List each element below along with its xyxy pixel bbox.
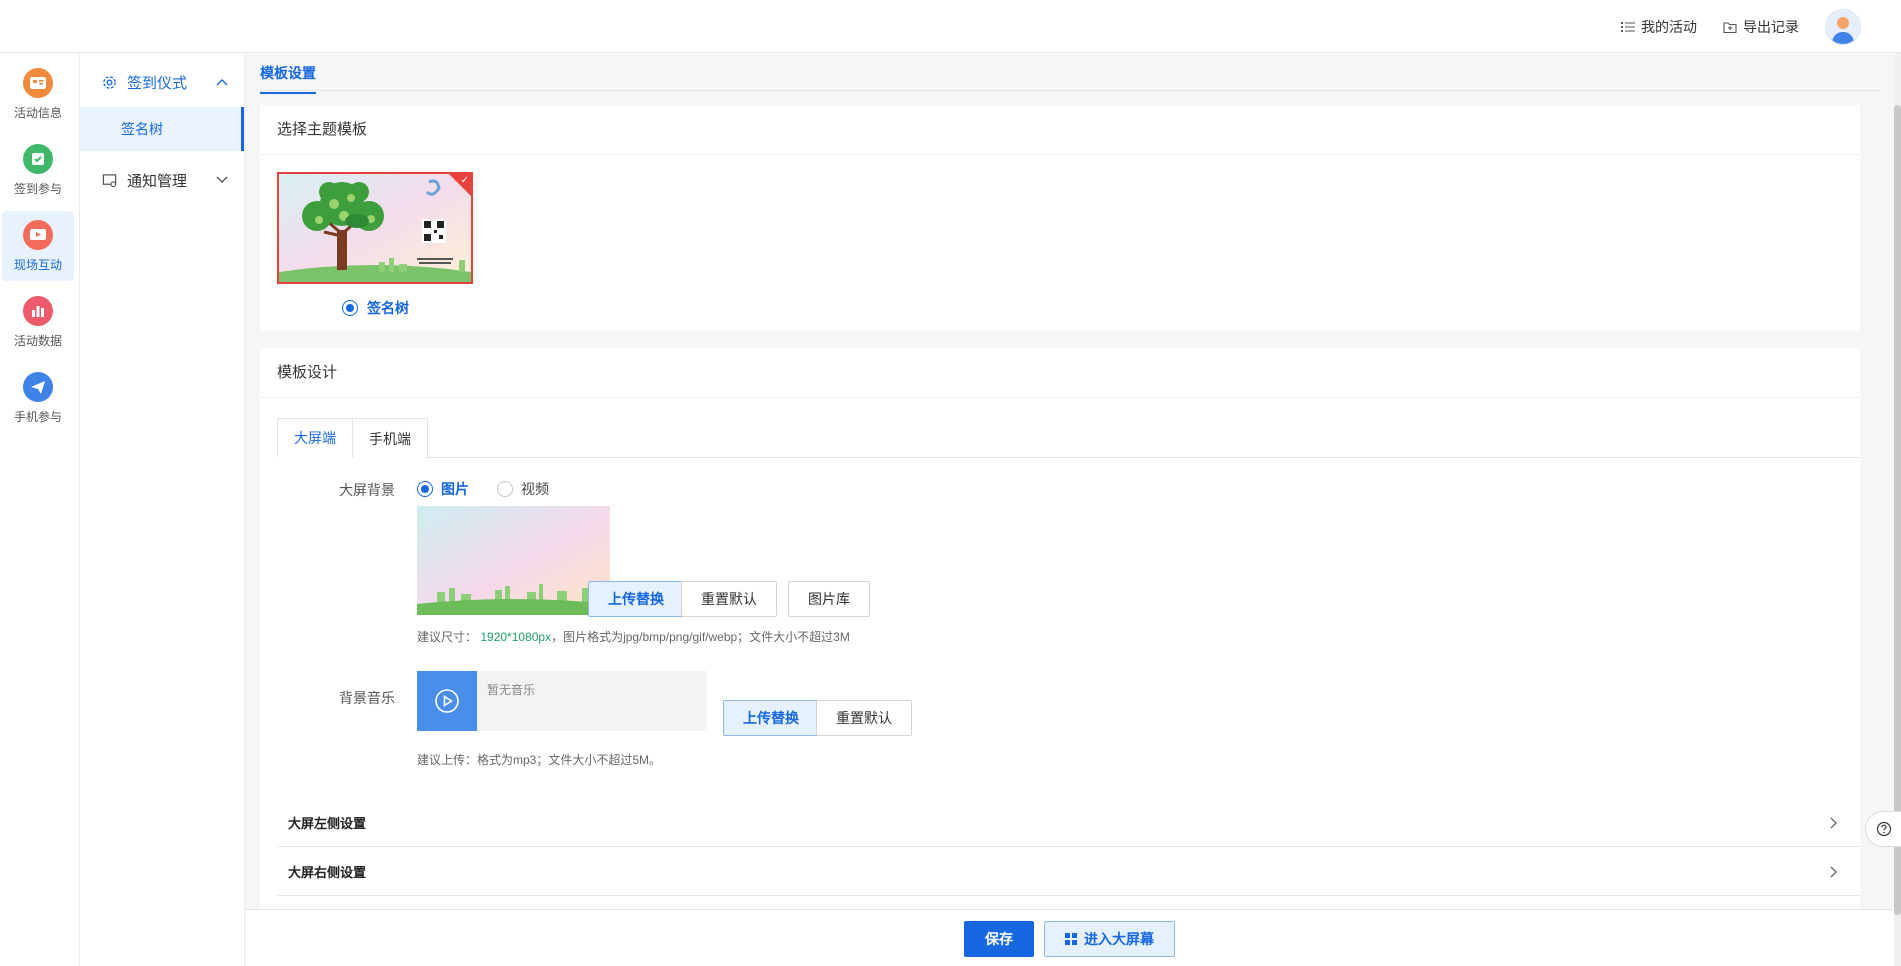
- enter-big-screen-button[interactable]: 进入大屏幕: [1044, 921, 1175, 957]
- check-icon: ✓: [460, 175, 469, 186]
- export-record-label: 导出记录: [1743, 18, 1799, 35]
- question-circle-icon: [1876, 821, 1891, 837]
- bg-preview-image: [417, 506, 610, 615]
- music-hint: 建议上传：格式为mp3；文件大小不超过5M。: [417, 753, 662, 767]
- right-settings-label: 大屏右侧设置: [288, 865, 367, 880]
- bg-upload-replace-button[interactable]: 上传替换: [588, 581, 684, 617]
- radio-selected-icon: [342, 300, 358, 316]
- nav-group-checkin-ceremony[interactable]: 签到仪式: [80, 57, 244, 107]
- tab-big-screen[interactable]: 大屏端: [277, 418, 353, 458]
- footer-action-bar: 保存 进入大屏幕: [246, 909, 1901, 966]
- rail-label: 现场互动: [13, 257, 62, 272]
- rail-label: 活动信息: [13, 105, 62, 120]
- header-actions: 我的活动 导出记录: [1621, 0, 1861, 53]
- rail-item-activity-info[interactable]: 活动信息: [2, 59, 74, 129]
- grid-icon: [1065, 933, 1077, 945]
- tab-mobile[interactable]: 手机端: [353, 418, 428, 458]
- scrollbar-thumb[interactable]: [1894, 105, 1901, 915]
- big-screen-left-settings[interactable]: 大屏左侧设置: [277, 799, 1860, 847]
- save-button[interactable]: 保存: [964, 921, 1034, 957]
- image-gallery-button[interactable]: 图片库: [788, 581, 870, 617]
- enter-big-screen-label: 进入大屏幕: [1084, 931, 1154, 947]
- nav-item-signature-tree[interactable]: 签名树: [80, 107, 244, 151]
- activity-info-icon: [23, 67, 53, 98]
- help-button[interactable]: [1865, 811, 1901, 847]
- nav-group-label: 签到仪式: [127, 74, 188, 92]
- design-card-title: 模板设计: [260, 348, 1860, 398]
- nav-group-label: 通知管理: [127, 172, 188, 190]
- top-header: 我的活动 导出记录: [0, 0, 1901, 53]
- bg-hint-size: 1920*1080px: [480, 630, 552, 644]
- live-interaction-icon: [23, 219, 53, 250]
- my-activity-link[interactable]: 我的活动: [1621, 17, 1697, 37]
- rail-item-live-interaction[interactable]: 现场互动: [2, 211, 74, 281]
- my-activity-label: 我的活动: [1641, 18, 1697, 35]
- template-name-label: 签名树: [367, 300, 409, 316]
- device-tabs: 大屏端 手机端: [277, 418, 1860, 458]
- big-screen-right-settings[interactable]: 大屏右侧设置: [277, 848, 1860, 896]
- radio-image[interactable]: [417, 481, 433, 497]
- nav-item-label: 签名树: [121, 121, 163, 137]
- main-tabbar: 模板设置: [260, 53, 1880, 94]
- bg-reset-default-button[interactable]: 重置默认: [681, 581, 777, 617]
- music-label: 背景音乐: [339, 690, 395, 706]
- nav-group-notification[interactable]: 通知管理: [80, 155, 244, 205]
- music-play-button[interactable]: [417, 671, 477, 731]
- radio-video-label: 视频: [521, 481, 549, 497]
- rail-label: 签到参与: [13, 181, 62, 196]
- bg-hint-rest: ，图片格式为jpg/bmp/png/gif/webp；文件大小不超过3M: [551, 630, 850, 644]
- bg-hint: 建议尺寸： 1920*1080px，图片格式为jpg/bmp/png/gif/w…: [417, 628, 850, 645]
- radio-image-label: 图片: [441, 481, 469, 497]
- theme-card-title: 选择主题模板: [260, 105, 1860, 155]
- rail-label: 活动数据: [13, 333, 62, 348]
- template-thumbnail-signature-tree[interactable]: ✓: [277, 172, 473, 284]
- bar-chart-icon: [23, 295, 53, 326]
- chevron-down-icon: [216, 176, 228, 183]
- bg-hint-prefix: 建议尺寸：: [417, 630, 478, 644]
- list-icon: [1621, 21, 1635, 32]
- primary-nav-rail: 活动信息 签到参与 现场互动 活动数据 手机参与: [0, 53, 80, 966]
- chevron-right-icon: [1830, 866, 1837, 877]
- main-content: 模板设置 选择主题模板 ✓ 签名树 模板设计 大屏端 手机端 大屏背景 图片 视…: [246, 53, 1901, 966]
- music-player: 暂无音乐: [417, 671, 707, 731]
- theme-template-card: 选择主题模板 ✓ 签名树: [260, 105, 1860, 331]
- left-settings-label: 大屏左侧设置: [288, 816, 367, 831]
- notification-icon: [102, 173, 117, 187]
- music-reset-default-button[interactable]: 重置默认: [816, 700, 912, 736]
- user-avatar[interactable]: [1825, 8, 1861, 45]
- bg-landscape-image: [417, 506, 610, 615]
- template-radio-signature-tree[interactable]: 签名树: [342, 298, 409, 318]
- rail-label: 手机参与: [13, 409, 62, 424]
- music-placeholder: 暂无音乐: [487, 683, 536, 697]
- music-upload-replace-button[interactable]: 上传替换: [723, 700, 819, 736]
- bg-type-radio-group: 图片 视频: [417, 479, 549, 499]
- export-folder-icon: [1723, 21, 1737, 33]
- template-design-card: 模板设计 大屏端 手机端 大屏背景 图片 视频 上传替换 重置默认 图片库 建议…: [260, 348, 1860, 962]
- gear-icon: [103, 75, 116, 89]
- bg-label: 大屏背景: [339, 482, 395, 498]
- chevron-up-icon: [216, 79, 228, 86]
- radio-video[interactable]: [497, 481, 513, 497]
- chevron-right-icon: [1830, 817, 1837, 828]
- user-icon: [1832, 16, 1854, 44]
- rail-item-activity-data[interactable]: 活动数据: [2, 287, 74, 357]
- export-record-link[interactable]: 导出记录: [1723, 17, 1799, 37]
- tab-template-settings[interactable]: 模板设置: [260, 63, 316, 94]
- paper-plane-icon: [23, 371, 53, 402]
- rail-item-checkin[interactable]: 签到参与: [2, 135, 74, 205]
- play-circle-icon: [435, 689, 459, 713]
- checkin-icon: [23, 143, 53, 174]
- signature-tree-preview-image: [279, 174, 471, 282]
- secondary-nav: 签到仪式 签名树 通知管理: [80, 53, 245, 966]
- rail-item-mobile[interactable]: 手机参与: [2, 363, 74, 433]
